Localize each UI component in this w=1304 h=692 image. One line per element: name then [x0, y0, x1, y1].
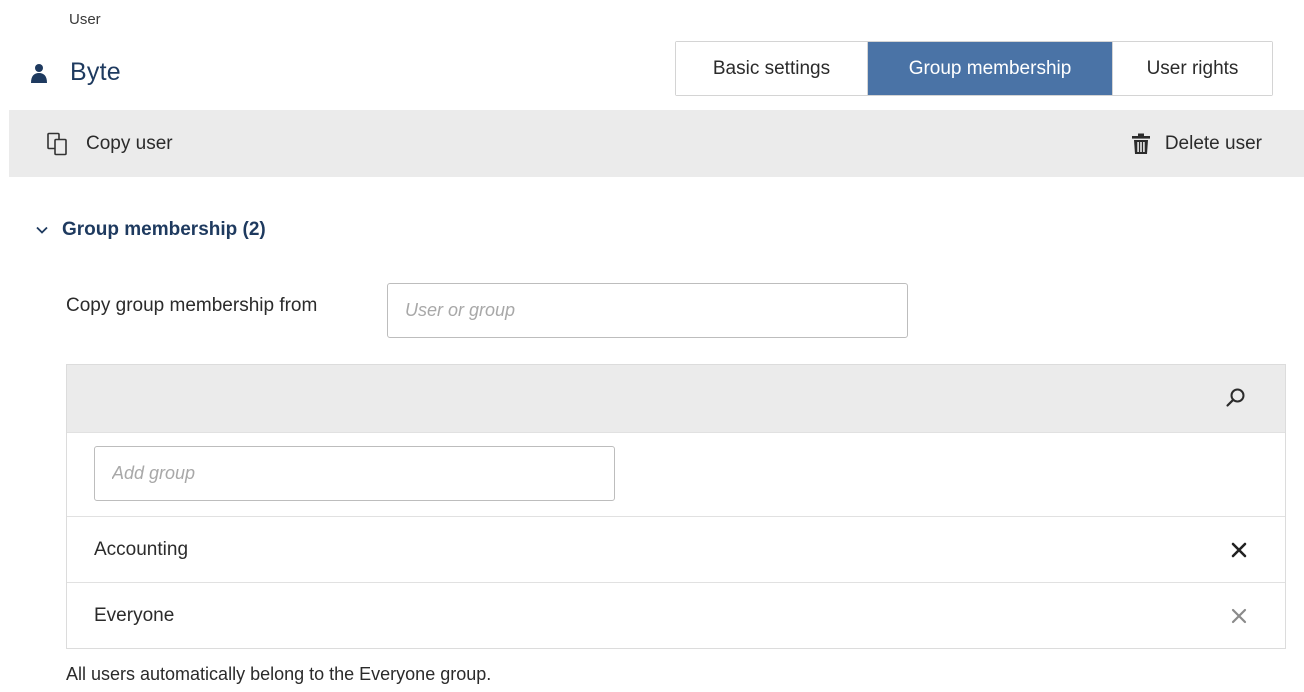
group-name: Everyone	[94, 604, 175, 626]
section-title: Group membership (2)	[62, 219, 266, 240]
copy-user-button[interactable]: Copy user	[46, 110, 173, 177]
search-icon[interactable]	[1224, 386, 1248, 410]
copy-icon	[47, 132, 67, 155]
tab-user-rights[interactable]: User rights	[1112, 42, 1272, 95]
close-icon[interactable]	[1229, 540, 1249, 560]
copy-user-label: Copy user	[86, 132, 173, 154]
user-icon	[31, 63, 47, 83]
copy-membership-label: Copy group membership from	[66, 295, 318, 316]
group-name: Accounting	[94, 538, 189, 560]
page-header: Byte	[30, 58, 121, 87]
action-toolbar: Copy user Delete user	[9, 110, 1304, 177]
chevron-down-icon	[36, 226, 48, 234]
group-membership-section-toggle[interactable]: Group membership (2)	[36, 219, 266, 241]
page-title: Byte	[70, 58, 121, 86]
tab-bar: Basic settings Group membership User rig…	[675, 41, 1273, 96]
trash-icon	[1131, 133, 1150, 154]
tab-basic-settings[interactable]: Basic settings	[676, 42, 867, 95]
breadcrumb[interactable]: User	[69, 11, 101, 28]
group-list-header	[67, 365, 1285, 432]
group-list-panel: Accounting Everyone	[66, 364, 1286, 649]
delete-user-button[interactable]: Delete user	[1131, 110, 1262, 177]
list-item: Accounting	[67, 516, 1285, 582]
close-icon	[1231, 608, 1247, 623]
list-item: Everyone	[67, 582, 1285, 648]
tab-group-membership[interactable]: Group membership	[867, 42, 1112, 95]
add-group-input[interactable]	[94, 446, 615, 501]
delete-user-label: Delete user	[1164, 132, 1262, 154]
everyone-group-note: All users automatically belong to the Ev…	[66, 664, 492, 684]
user-detail-page: User Byte Basic settings Group membershi…	[0, 0, 1304, 692]
copy-membership-input[interactable]	[387, 283, 908, 338]
add-group-row	[67, 432, 1285, 516]
